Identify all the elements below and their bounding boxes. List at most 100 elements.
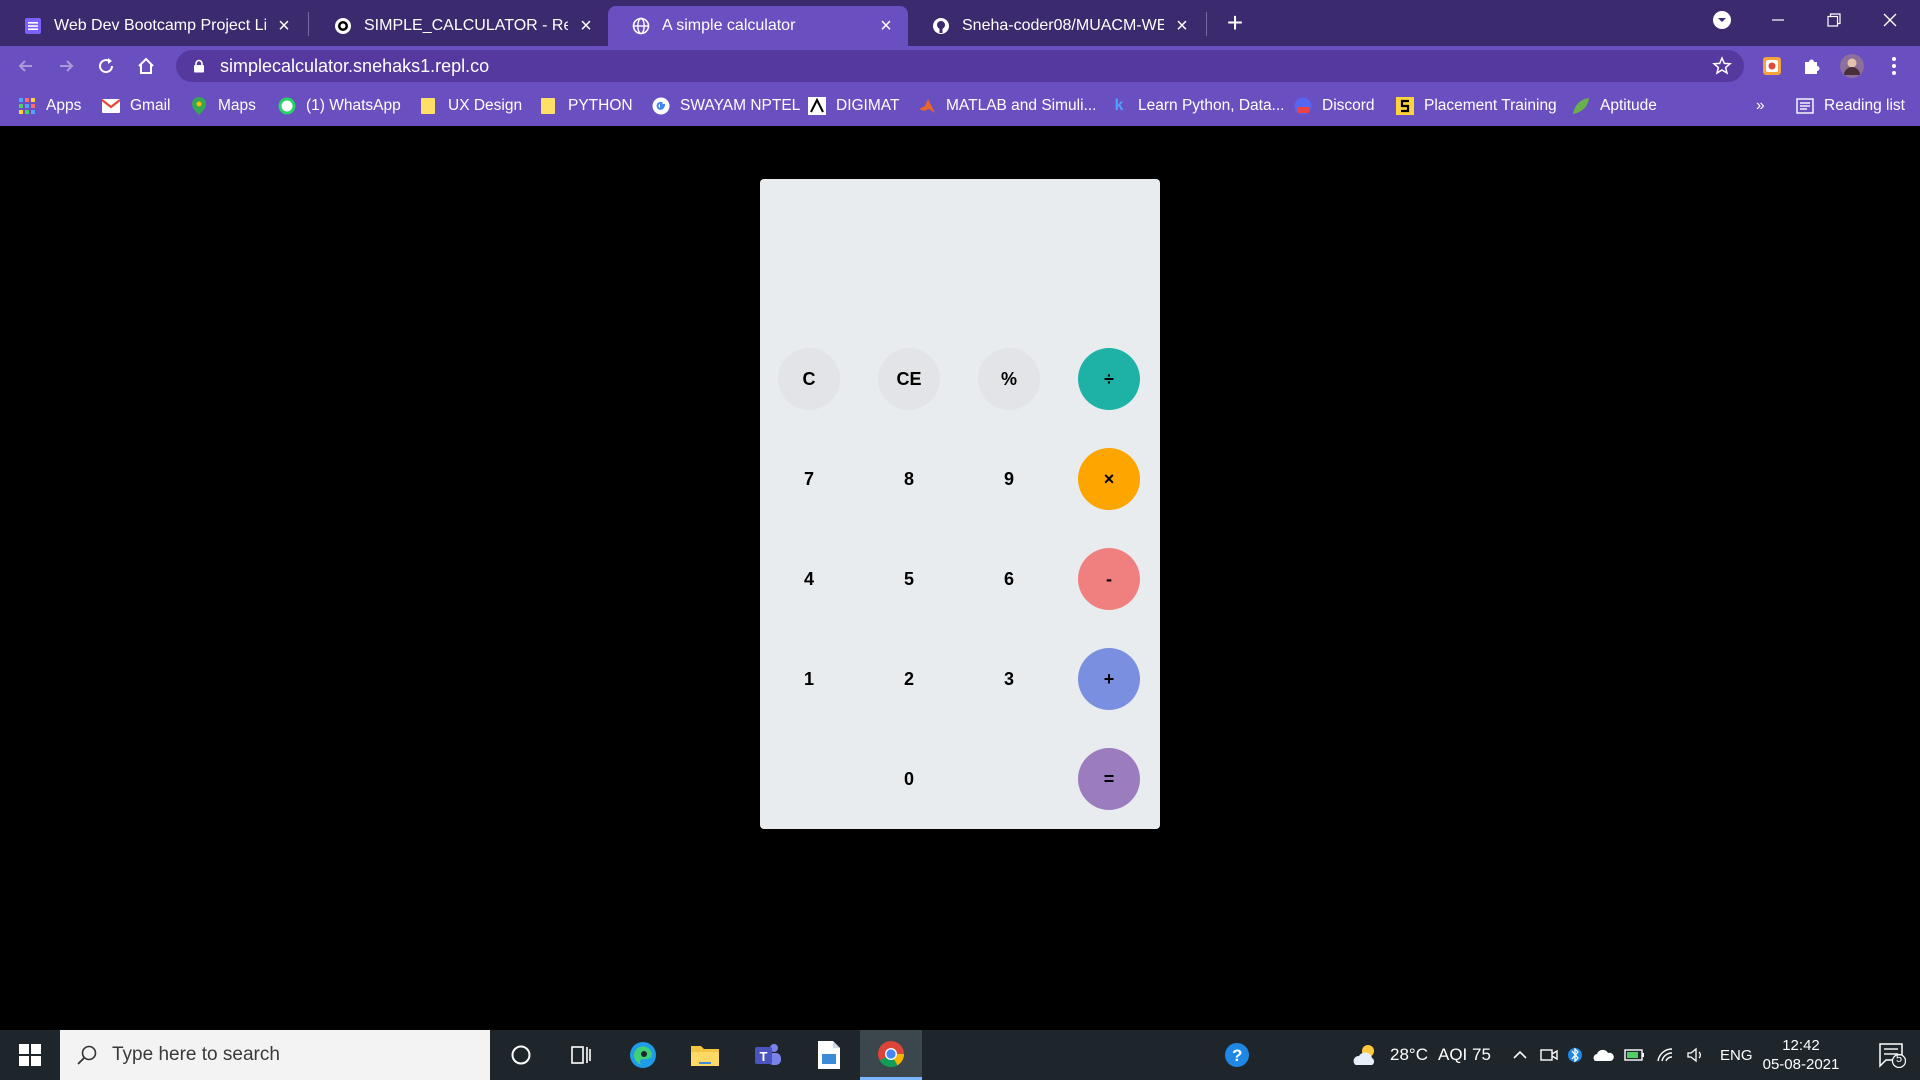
- star-icon[interactable]: [1712, 56, 1732, 76]
- url-text: simplecalculator.snehaks1.repl.co: [220, 55, 490, 76]
- tab-github[interactable]: Sneha-coder08/MUACM-WEB-D ×: [908, 6, 1204, 46]
- digit-3-button[interactable]: 3: [978, 648, 1040, 710]
- language-indicator[interactable]: ENG: [1720, 1047, 1753, 1064]
- clock-date: 05-08-2021: [1762, 1056, 1840, 1073]
- tab-simple-calculator[interactable]: A simple calculator ×: [608, 6, 908, 46]
- bookmark-digimat[interactable]: DIGIMAT: [808, 96, 899, 116]
- bookmark-label: UX Design: [448, 97, 523, 114]
- minimize-icon: [1772, 19, 1784, 21]
- digit-9-button[interactable]: 9: [978, 448, 1040, 510]
- bookmarks-overflow-button[interactable]: »: [1756, 96, 1765, 116]
- extension-app-icon: [1763, 57, 1781, 75]
- percent-button[interactable]: %: [978, 348, 1040, 410]
- equals-button[interactable]: =: [1078, 748, 1140, 810]
- onedrive-icon[interactable]: [1592, 1047, 1614, 1063]
- taskbar-clock[interactable]: 12:42 05-08-2021: [1756, 1036, 1846, 1074]
- bookmark-placement-training[interactable]: Placement Training: [1396, 96, 1557, 116]
- add-button[interactable]: +: [1078, 648, 1140, 710]
- digit-4-button[interactable]: 4: [778, 548, 840, 610]
- taskbar-document-app[interactable]: [798, 1030, 860, 1080]
- kebab-menu-icon: [1892, 57, 1896, 75]
- digit-0-button[interactable]: 0: [878, 748, 940, 810]
- close-icon[interactable]: ×: [274, 15, 294, 37]
- close-icon[interactable]: ×: [1172, 15, 1192, 37]
- extension-button[interactable]: [1758, 52, 1786, 80]
- divide-button[interactable]: ÷: [1078, 348, 1140, 410]
- bookmark-label: DIGIMAT: [836, 97, 900, 114]
- bookmark-matlab[interactable]: MATLAB and Simuli...: [918, 96, 1096, 116]
- battery-icon[interactable]: [1624, 1048, 1646, 1062]
- bookmark-learn-python[interactable]: k Learn Python, Data...: [1110, 96, 1285, 116]
- close-icon[interactable]: ×: [876, 15, 896, 37]
- extensions-menu-button[interactable]: [1798, 52, 1826, 80]
- chevron-up-icon[interactable]: [1512, 1047, 1528, 1063]
- digit-5-button[interactable]: 5: [878, 548, 940, 610]
- reload-button[interactable]: [90, 50, 122, 82]
- taskbar-teams[interactable]: T: [736, 1030, 798, 1080]
- digit-7-button[interactable]: 7: [778, 448, 840, 510]
- volume-icon[interactable]: [1686, 1047, 1706, 1063]
- start-button[interactable]: [0, 1030, 60, 1080]
- svg-text:T: T: [760, 1049, 768, 1064]
- bookmark-apps[interactable]: Apps: [18, 96, 81, 116]
- close-window-button[interactable]: [1862, 0, 1918, 40]
- help-icon: ?: [1225, 1043, 1249, 1067]
- action-center-button[interactable]: 5: [1878, 1042, 1907, 1069]
- tab-divider: [308, 12, 309, 36]
- wifi-icon[interactable]: [1656, 1047, 1676, 1063]
- back-button[interactable]: [10, 50, 42, 82]
- clear-button[interactable]: C: [778, 348, 840, 410]
- taskbar-search-box[interactable]: Type here to search: [60, 1030, 490, 1080]
- digit-6-button[interactable]: 6: [978, 548, 1040, 610]
- multiply-button[interactable]: ×: [1078, 448, 1140, 510]
- taskbar-chrome[interactable]: [860, 1030, 922, 1080]
- bluetooth-icon[interactable]: [1568, 1045, 1582, 1065]
- home-icon: [138, 57, 154, 74]
- restore-button[interactable]: [1806, 0, 1862, 40]
- lock-icon: [194, 59, 204, 73]
- taskbar-file-explorer[interactable]: [674, 1030, 736, 1080]
- tab-replit[interactable]: SIMPLE_CALCULATOR - Replit ×: [310, 6, 608, 46]
- google-icon: [652, 97, 670, 115]
- tab-web-dev-bootcamp[interactable]: Web Dev Bootcamp Project List ×: [0, 6, 306, 46]
- digit-8-button[interactable]: 8: [878, 448, 940, 510]
- new-tab-button[interactable]: +: [1220, 8, 1250, 38]
- list-icon: [24, 17, 42, 35]
- bookmark-whatsapp[interactable]: (1) WhatsApp: [278, 96, 401, 116]
- bookmark-aptitude[interactable]: Aptitude: [1572, 96, 1657, 116]
- close-icon[interactable]: ×: [576, 15, 596, 37]
- task-view-button[interactable]: [550, 1030, 612, 1080]
- bookmark-swayam-nptel[interactable]: SWAYAM NPTEL: [652, 96, 800, 116]
- subtract-button[interactable]: -: [1078, 548, 1140, 610]
- clear-entry-button[interactable]: CE: [878, 348, 940, 410]
- minimize-button[interactable]: [1750, 0, 1806, 40]
- tab-search-button[interactable]: [1694, 0, 1750, 40]
- taskbar-edge[interactable]: [612, 1030, 674, 1080]
- bookmark-gmail[interactable]: Gmail: [102, 96, 170, 116]
- bookmark-maps[interactable]: Maps: [190, 96, 256, 116]
- forward-button[interactable]: [50, 50, 82, 82]
- weather-widget[interactable]: 28°C AQI 75: [1350, 1030, 1491, 1080]
- meet-now-icon[interactable]: [1540, 1047, 1558, 1063]
- profile-avatar[interactable]: [1838, 52, 1866, 80]
- browser-menu-button[interactable]: [1880, 52, 1908, 80]
- arrow-right-icon: [60, 60, 74, 72]
- bookmark-ux-design[interactable]: UX Design: [420, 96, 522, 116]
- bookmark-python[interactable]: PYTHON: [540, 96, 633, 116]
- digit-2-button[interactable]: 2: [878, 648, 940, 710]
- gmail-icon: [102, 97, 120, 115]
- home-button[interactable]: [130, 50, 162, 82]
- bookmark-label: Learn Python, Data...: [1138, 97, 1285, 114]
- digit-1-button[interactable]: 1: [778, 648, 840, 710]
- cortana-button[interactable]: [490, 1030, 552, 1080]
- k-icon: k: [1114, 97, 1124, 114]
- calculator-display: [776, 195, 1144, 335]
- chrome-icon: [878, 1040, 905, 1067]
- chevron-down-icon: [1713, 11, 1731, 29]
- address-bar[interactable]: simplecalculator.snehaks1.repl.co: [176, 50, 1744, 82]
- apps-grid-icon: [18, 97, 36, 115]
- bookmark-discord[interactable]: Discord: [1294, 96, 1375, 116]
- help-button[interactable]: ?: [1206, 1030, 1268, 1080]
- task-view-icon: [571, 1046, 591, 1064]
- reading-list-button[interactable]: Reading list: [1796, 96, 1905, 116]
